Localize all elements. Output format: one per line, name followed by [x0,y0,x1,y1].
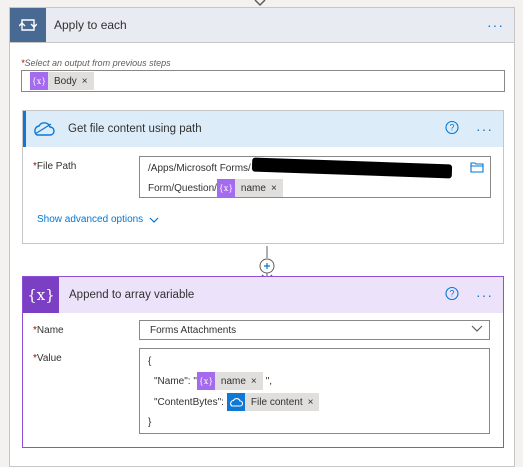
append-array-variable-card: {x} Append to array variable ? ··· *Name… [22,276,504,448]
value-label: *Value [33,353,62,364]
value-label-text: Value [36,353,62,364]
name-label-text: Name [36,325,64,336]
file-path-input[interactable]: /Apps/Microsoft Forms/ Form/Question/ {x… [139,156,491,198]
name-token[interactable]: {x} name × [196,372,263,390]
select-output-label: *Select an output from previous steps [21,58,171,68]
help-icon[interactable]: ? [445,286,459,304]
append-array-variable-header[interactable]: {x} Append to array variable ? ··· [23,277,503,313]
json-bytes-key: "ContentBytes": [154,396,224,408]
json-name-key: "Name": " [154,375,197,387]
name-token-label: name [240,182,266,194]
value-input[interactable]: { "Name": " {x} name × ", "ContentBytes"… [139,348,490,434]
expression-icon: {x} [30,72,48,90]
json-name-suffix: ", [265,375,273,387]
get-file-content-header[interactable]: Get file content using path ? ··· [23,111,503,147]
chevron-down-icon [149,217,159,223]
remove-file-content-token-button[interactable]: × [308,397,314,408]
json-bytes-line: "ContentBytes": File content × [154,393,320,411]
json-open-brace: { [148,356,152,367]
redaction-mark [251,157,453,179]
append-array-variable-title: Append to array variable [69,289,195,301]
append-more-options-button[interactable]: ··· [476,287,493,303]
svg-text:{x}: {x} [200,377,212,386]
chevron-down-icon [471,325,483,332]
body-token[interactable]: {x} Body × [30,72,94,90]
apply-more-options-button[interactable]: ··· [487,17,504,33]
down-arrow-connector [254,0,266,7]
loop-icon [10,8,46,42]
file-path-line-1: /Apps/Microsoft Forms/ [148,163,251,174]
expression-icon: {x} [196,372,215,390]
svg-text:?: ? [449,289,454,299]
svg-text:?: ? [449,123,454,133]
file-path-label: *File Path [33,161,76,172]
show-advanced-options-text: Show advanced options [37,214,144,225]
variable-name-value: Forms Attachments [150,324,237,336]
name-token[interactable]: {x} name × [216,179,283,197]
onedrive-cloud-icon [28,111,58,147]
svg-text:{x}: {x} [33,77,45,86]
name-token-label: name [220,375,246,387]
get-file-more-options-button[interactable]: ··· [476,121,493,137]
remove-name-token-button[interactable]: × [251,376,257,387]
svg-text:{x}: {x} [220,184,232,193]
folder-browse-icon[interactable] [470,161,484,176]
remove-name-token-button[interactable]: × [271,183,277,194]
json-name-line: "Name": " {x} name × ", [154,372,272,390]
variable-icon: {x} [23,277,59,313]
select-output-input[interactable]: {x} Body × [21,70,505,92]
body-token-label: Body [54,75,77,87]
file-path-line-2: Form/Question/ {x} name × [148,179,283,197]
apply-to-each-title: Apply to each [54,18,127,32]
json-close-brace: } [148,417,152,428]
apply-to-each-card: Apply to each ··· *Select an output from… [9,7,515,467]
file-path-line-2-text: Form/Question/ [148,182,217,194]
expression-icon: {x} [216,179,235,197]
select-output-label-text: Select an output from previous steps [24,58,171,68]
get-file-content-card: Get file content using path ? ··· *File … [22,110,504,244]
file-content-token[interactable]: File content × [226,393,320,411]
file-content-token-label: File content [250,396,303,408]
help-icon[interactable]: ? [445,120,459,138]
variable-name-dropdown[interactable]: Forms Attachments [139,320,490,340]
remove-body-token-button[interactable]: × [82,76,88,87]
get-file-content-title: Get file content using path [68,123,202,135]
onedrive-cloud-icon [226,393,245,411]
show-advanced-options-link[interactable]: Show advanced options [37,214,159,225]
apply-to-each-header[interactable]: Apply to each ··· [10,8,514,43]
file-path-label-text: File Path [36,161,77,172]
name-label: *Name [33,325,64,336]
